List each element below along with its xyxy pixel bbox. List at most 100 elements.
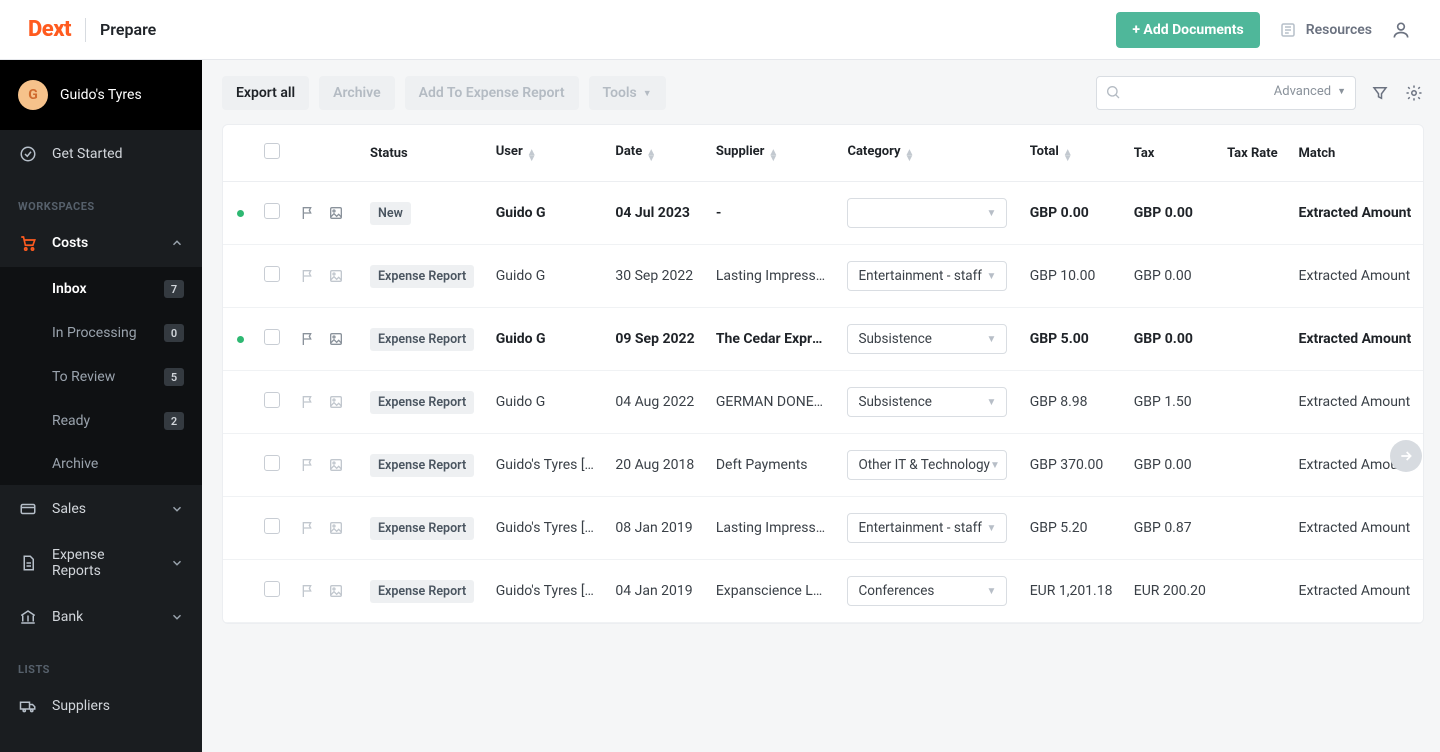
cell-tax: GBP 0.87 (1124, 497, 1217, 560)
table-row[interactable]: Expense Report Guido's Tyres [… 20 Aug 2… (223, 434, 1423, 497)
search-wrap: Advanced ▼ (1096, 76, 1356, 110)
row-checkbox[interactable] (264, 455, 280, 471)
table-row[interactable]: Expense Report Guido's Tyres [… 04 Jan 2… (223, 560, 1423, 623)
profile-icon[interactable] (1390, 19, 1412, 41)
row-checkbox[interactable] (264, 518, 280, 534)
resources-link[interactable]: Resources (1278, 20, 1372, 40)
cell-total: GBP 5.20 (1020, 497, 1124, 560)
status-badge: Expense Report (370, 580, 474, 603)
table-row[interactable]: Expense Report Guido's Tyres [… 08 Jan 2… (223, 497, 1423, 560)
sidebar-item-sales[interactable]: Sales (0, 485, 202, 533)
flag-icon[interactable] (300, 268, 316, 284)
sidebar-item-get-started[interactable]: Get Started (0, 130, 202, 178)
image-icon[interactable] (328, 205, 344, 221)
image-icon[interactable] (328, 520, 344, 536)
table-row[interactable]: Expense Report Guido G 30 Sep 2022 Lasti… (223, 245, 1423, 308)
sidebar-subitem-to-review[interactable]: To Review5 (0, 355, 202, 399)
tools-button[interactable]: Tools ▼ (589, 76, 666, 110)
category-select[interactable]: Entertainment - staff▼ (847, 261, 1007, 291)
sidebar-item-bank[interactable]: Bank (0, 593, 202, 641)
col-user[interactable]: User▲▼ (486, 125, 606, 182)
status-badge: Expense Report (370, 517, 474, 540)
sidebar-item-costs[interactable]: Costs (0, 219, 202, 267)
caret-down-icon: ▼ (987, 397, 997, 408)
count-badge: 5 (164, 368, 184, 386)
category-select[interactable]: Other IT & Technology▼ (847, 450, 1007, 480)
category-select[interactable]: Subsistence▼ (847, 387, 1007, 417)
sidebar-item-suppliers[interactable]: Suppliers (0, 682, 202, 730)
table-header-row: Status User▲▼ Date▲▼ Supplier▲▼ Category… (223, 125, 1423, 182)
flag-icon[interactable] (300, 457, 316, 473)
table-row[interactable]: New Guido G 04 Jul 2023 - ▼ GBP 0.00 GBP… (223, 182, 1423, 245)
sidebar-item-label: Expense Reports (52, 547, 156, 579)
tools-label: Tools (603, 85, 637, 101)
col-total[interactable]: Total▲▼ (1020, 125, 1124, 182)
cell-date: 04 Jul 2023 (605, 182, 705, 245)
export-all-button[interactable]: Export all (222, 76, 309, 110)
col-category[interactable]: Category▲▼ (837, 125, 1019, 182)
caret-down-icon: ▼ (987, 334, 997, 345)
cell-tax-rate (1217, 371, 1288, 434)
table-row[interactable]: Expense Report Guido G 09 Sep 2022 The C… (223, 308, 1423, 371)
gear-icon[interactable] (1404, 83, 1424, 103)
image-icon[interactable] (328, 583, 344, 599)
add-documents-button[interactable]: + Add Documents (1116, 12, 1259, 48)
flag-icon[interactable] (300, 583, 316, 599)
flag-icon[interactable] (300, 205, 316, 221)
row-checkbox[interactable] (264, 329, 280, 345)
archive-button[interactable]: Archive (319, 76, 394, 110)
category-select[interactable]: ▼ (847, 198, 1007, 228)
main-content: Export all Archive Add To Expense Report… (202, 60, 1440, 752)
category-select[interactable]: Subsistence▼ (847, 324, 1007, 354)
select-all-checkbox[interactable] (264, 143, 280, 159)
flag-icon[interactable] (300, 394, 316, 410)
image-icon[interactable] (328, 394, 344, 410)
cell-tax: GBP 0.00 (1124, 245, 1217, 308)
cell-match: Extracted Amount (1289, 497, 1423, 560)
category-select[interactable]: Entertainment - staff▼ (847, 513, 1007, 543)
flag-icon[interactable] (300, 520, 316, 536)
col-supplier[interactable]: Supplier▲▼ (706, 125, 838, 182)
row-checkbox[interactable] (264, 203, 280, 219)
cell-tax-rate (1217, 182, 1288, 245)
row-checkbox[interactable] (264, 581, 280, 597)
cell-match: Extracted Amount (1289, 308, 1423, 371)
flag-icon[interactable] (300, 331, 316, 347)
filter-icon[interactable] (1370, 83, 1390, 103)
advanced-search-toggle[interactable]: Advanced ▼ (1274, 84, 1346, 99)
sidebar-item-label: Costs (52, 235, 156, 251)
sidebar-subitem-ready[interactable]: Ready2 (0, 399, 202, 443)
cell-tax: GBP 0.00 (1124, 434, 1217, 497)
sidebar-subitem-archive[interactable]: Archive (0, 443, 202, 485)
chevron-down-icon (170, 502, 184, 516)
cell-tax-rate (1217, 560, 1288, 623)
row-checkbox[interactable] (264, 266, 280, 282)
image-icon[interactable] (328, 457, 344, 473)
sidebar-subitem-inbox[interactable]: Inbox7 (0, 267, 202, 311)
image-icon[interactable] (328, 331, 344, 347)
col-tax[interactable]: Tax (1124, 125, 1217, 182)
account-switcher[interactable]: G Guido's Tyres (0, 60, 202, 130)
category-select[interactable]: Conferences▼ (847, 576, 1007, 606)
col-tax-rate[interactable]: Tax Rate (1217, 125, 1288, 182)
table-row[interactable]: Expense Report Guido G 04 Aug 2022 GERMA… (223, 371, 1423, 434)
sidebar-item-expense-reports[interactable]: Expense Reports (0, 533, 202, 593)
status-badge: New (370, 202, 411, 225)
sidebar: G Guido's Tyres Get Started WORKSPACES C… (0, 60, 202, 752)
cell-supplier: Lasting Impressions (706, 497, 838, 560)
col-date[interactable]: Date▲▼ (605, 125, 705, 182)
account-avatar: G (18, 80, 48, 110)
col-match[interactable]: Match (1289, 125, 1423, 182)
col-status[interactable]: Status (360, 125, 486, 182)
add-to-expense-button[interactable]: Add To Expense Report (405, 76, 579, 110)
cell-tax: EUR 200.20 (1124, 560, 1217, 623)
cell-supplier: The Cedar Express … (706, 308, 838, 371)
image-icon[interactable] (328, 268, 344, 284)
account-name: Guido's Tyres (60, 87, 142, 103)
caret-down-icon: ▼ (1337, 86, 1346, 97)
row-checkbox[interactable] (264, 392, 280, 408)
sidebar-subitem-in-processing[interactable]: In Processing0 (0, 311, 202, 355)
status-badge: Expense Report (370, 454, 474, 477)
next-page-fab[interactable] (1390, 440, 1422, 472)
cell-tax-rate (1217, 434, 1288, 497)
